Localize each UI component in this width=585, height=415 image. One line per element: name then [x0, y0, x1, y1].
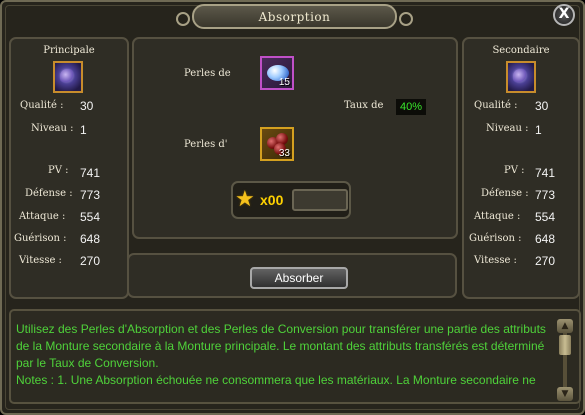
secondary-speed-label: Vitesse : [474, 255, 517, 266]
info-paragraph-notes: Notes : 1. Une Absorption échouée ne con… [16, 373, 536, 387]
primary-mount-icon[interactable] [53, 61, 83, 93]
cost-box: ★ x00 [231, 181, 351, 219]
conversion-rate-value: 40% [396, 99, 426, 115]
absorption-pearl-slot[interactable]: 15 [260, 56, 294, 90]
info-box: Utilisez des Perles d'Absorption et des … [9, 309, 581, 404]
absorption-pearls-label: Perles de [184, 68, 231, 79]
secondary-level-value: 1 [535, 123, 542, 137]
secondary-speed-value: 270 [535, 254, 556, 268]
secondary-defense-value: 773 [535, 188, 556, 202]
action-bar: Absorber [127, 253, 457, 298]
cost-input-field[interactable] [292, 189, 348, 211]
close-button[interactable]: X [553, 4, 575, 26]
primary-level-label: Niveau : [31, 123, 74, 134]
absorb-button[interactable]: Absorber [250, 267, 348, 289]
title-ornament-right [399, 12, 413, 26]
primary-hp-label: PV : [48, 165, 69, 176]
scroll-down-arrow-icon[interactable]: ▼ [557, 387, 573, 401]
secondary-healing-label: Guérison : [469, 233, 522, 244]
secondary-quality-value: 30 [535, 99, 549, 113]
secondary-mount-panel: Secondaire Qualité : 30 Niveau : 1 PV : … [462, 37, 580, 299]
conversion-pearl-slot[interactable]: 33 [260, 127, 294, 161]
primary-hp-value: 741 [80, 166, 101, 180]
primary-defense-label: Défense : [25, 188, 73, 199]
primary-quality-label: Qualité : [20, 100, 64, 111]
primary-healing-value: 648 [80, 232, 101, 246]
secondary-attack-value: 554 [535, 210, 556, 224]
secondary-attack-label: Attaque : [474, 211, 521, 222]
secondary-quality-label: Qualité : [474, 100, 518, 111]
title-ornament-left [176, 12, 190, 26]
absorption-window: Absorption X Principale Qualité : 30 Niv… [0, 0, 585, 415]
info-text: Utilisez des Perles d'Absorption et des … [16, 321, 551, 389]
secondary-heading: Secondaire [492, 45, 550, 56]
primary-attack-value: 554 [80, 210, 101, 224]
primary-mount-panel: Principale Qualité : 30 Niveau : 1 PV : … [9, 37, 129, 299]
secondary-healing-value: 648 [535, 232, 556, 246]
conversion-pearls-label: Perles d' [184, 139, 228, 150]
star-icon: ★ [235, 187, 255, 212]
secondary-defense-label: Défense : [481, 188, 529, 199]
secondary-hp-label: PV : [504, 165, 525, 176]
primary-speed-value: 270 [80, 254, 101, 268]
secondary-level-label: Niveau : [486, 123, 529, 134]
absorption-pearl-count: 15 [278, 77, 290, 88]
cost-value: x00 [260, 192, 284, 208]
primary-defense-value: 773 [80, 188, 101, 202]
window-title: Absorption [258, 10, 331, 24]
primary-speed-label: Vitesse : [19, 255, 62, 266]
primary-heading: Principale [43, 45, 95, 56]
primary-quality-value: 30 [80, 99, 94, 113]
scroll-up-arrow-icon[interactable]: ▲ [557, 319, 573, 333]
conversion-pearl-count: 33 [278, 148, 290, 159]
info-scrollbar[interactable]: ▲ ▼ [557, 319, 573, 401]
primary-attack-label: Attaque : [19, 211, 66, 222]
secondary-mount-icon[interactable] [506, 61, 536, 93]
info-paragraph-description: Utilisez des Perles d'Absorption et des … [16, 322, 546, 370]
primary-healing-label: Guérison : [14, 233, 67, 244]
conversion-rate-label: Taux de [344, 100, 384, 111]
secondary-hp-value: 741 [535, 166, 556, 180]
materials-panel: Perles de 15 Taux de 40% Perles d' 33 ★ … [132, 37, 458, 239]
title-plate: Absorption [176, 4, 413, 29]
primary-level-value: 1 [80, 123, 87, 137]
scroll-thumb[interactable] [559, 335, 571, 355]
